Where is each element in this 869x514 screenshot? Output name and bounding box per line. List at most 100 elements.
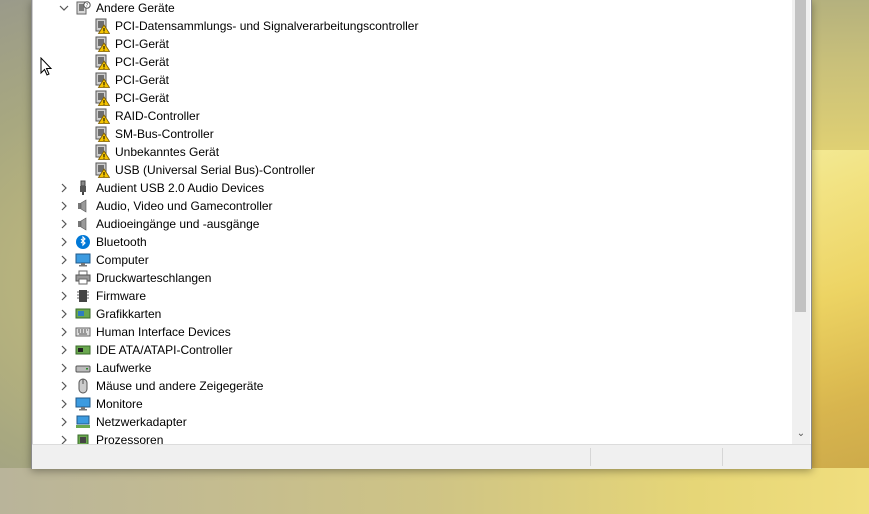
tree-category-item[interactable]: Prozessoren [33, 431, 793, 444]
network-adapter-icon [75, 414, 91, 430]
tree-device-item[interactable]: PCI-Gerät [33, 53, 793, 71]
status-bar-divider [722, 448, 723, 466]
chevron-right-icon[interactable] [58, 323, 70, 341]
ide-controller-icon [75, 342, 91, 358]
tree-item-label: PCI-Gerät [115, 37, 170, 51]
chevron-right-icon[interactable] [58, 341, 70, 359]
mouse-icon [75, 378, 91, 394]
tree-category-item[interactable]: Computer [33, 251, 793, 269]
warning-device-icon [94, 144, 111, 160]
tree-category-item[interactable]: Druckwarteschlangen [33, 269, 793, 287]
wallpaper [0, 468, 869, 514]
device-manager-window: ? Andere Geräte PCI-Datensammlungs- und Si… [31, 0, 812, 469]
tree-item-label: USB (Universal Serial Bus)-Controller [115, 163, 316, 177]
scroll-down-arrow-icon[interactable]: ⌄ [795, 428, 807, 440]
monitor-icon [75, 396, 91, 412]
svg-text:?: ? [86, 3, 89, 9]
tree-device-item[interactable]: PCI-Gerät [33, 89, 793, 107]
speaker-icon [75, 216, 91, 232]
tree-category-item[interactable]: IDE ATA/ATAPI-Controller [33, 341, 793, 359]
vertical-scrollbar[interactable]: ⌄ [792, 0, 810, 444]
warning-device-icon [94, 126, 111, 142]
chevron-right-icon[interactable] [58, 413, 70, 431]
warning-device-icon [94, 36, 111, 52]
tree-category-item[interactable]: Audioeingänge und -ausgänge [33, 215, 793, 233]
tree-device-item[interactable]: RAID-Controller [33, 107, 793, 125]
tree-category-item[interactable]: Mäuse und andere Zeigegeräte [33, 377, 793, 395]
display-adapter-icon [75, 306, 91, 322]
mouse-cursor-icon [40, 57, 53, 76]
tree-item-label: Mäuse und andere Zeigegeräte [96, 379, 264, 393]
chevron-right-icon[interactable] [58, 431, 70, 444]
device-tree[interactable]: ? Andere Geräte PCI-Datensammlungs- und Si… [32, 0, 793, 444]
tree-device-item[interactable]: Unbekanntes Gerät [33, 143, 793, 161]
tree-category-item[interactable]: Laufwerke [33, 359, 793, 377]
tree-item-label: Audio, Video und Gamecontroller [96, 199, 273, 213]
tree-item-label: Prozessoren [96, 433, 164, 444]
chevron-right-icon[interactable] [58, 305, 70, 323]
warning-device-icon [94, 108, 111, 124]
tree-item-label: Druckwarteschlangen [96, 271, 212, 285]
drive-icon [75, 360, 91, 376]
status-bar [32, 444, 811, 469]
chevron-right-icon[interactable] [58, 233, 70, 251]
tree-item-label: Audioeingänge und -ausgänge [96, 217, 260, 231]
chevron-right-icon[interactable] [58, 179, 70, 197]
warning-device-icon [94, 90, 111, 106]
tree-device-item[interactable]: USB (Universal Serial Bus)-Controller [33, 161, 793, 179]
tree-category-item[interactable]: Monitore [33, 395, 793, 413]
tree-item-label: Computer [96, 253, 149, 267]
status-bar-divider [590, 448, 591, 466]
chevron-right-icon[interactable] [58, 269, 70, 287]
keyboard-icon [75, 324, 91, 340]
tree-category-item[interactable]: Bluetooth [33, 233, 793, 251]
tree-item-label: Unbekanntes Gerät [115, 145, 220, 159]
tree-category-item[interactable]: Audient USB 2.0 Audio Devices [33, 179, 793, 197]
tree-category-item[interactable]: Human Interface Devices [33, 323, 793, 341]
tree-item-label: PCI-Gerät [115, 55, 170, 69]
tree-category-item[interactable]: Netzwerkadapter [33, 413, 793, 431]
bluetooth-icon [75, 234, 91, 250]
tree-item-label: RAID-Controller [115, 109, 200, 123]
usb-plug-icon [75, 180, 91, 196]
chevron-right-icon[interactable] [58, 395, 70, 413]
tree-item-label: Human Interface Devices [96, 325, 231, 339]
chevron-right-icon[interactable] [58, 197, 70, 215]
chevron-right-icon[interactable] [58, 287, 70, 305]
tree-category-item[interactable]: Firmware [33, 287, 793, 305]
tree-device-item[interactable]: PCI-Gerät [33, 71, 793, 89]
chevron-right-icon[interactable] [58, 377, 70, 395]
warning-device-icon [94, 18, 111, 34]
tree-item-label: SM-Bus-Controller [115, 127, 214, 141]
tree-item-label: Andere Geräte [96, 1, 175, 15]
tree-item-label: PCI-Datensammlungs- und Signalverarbeitu… [115, 19, 419, 33]
tree-item-label: IDE ATA/ATAPI-Controller [96, 343, 233, 357]
tree-item-label: Monitore [96, 397, 143, 411]
chevron-down-icon[interactable] [58, 0, 70, 17]
tree-item-label: PCI-Gerät [115, 91, 170, 105]
processor-icon [75, 432, 91, 444]
tree-device-item[interactable]: PCI-Gerät [33, 35, 793, 53]
tree-category-item[interactable]: Audio, Video und Gamecontroller [33, 197, 793, 215]
tree-device-item[interactable]: PCI-Datensammlungs- und Signalverarbeitu… [33, 17, 793, 35]
scrollbar-thumb[interactable] [795, 0, 806, 312]
speaker-icon [75, 198, 91, 214]
warning-device-icon [94, 72, 111, 88]
tree-item-label: Grafikkarten [96, 307, 162, 321]
tree-item-label: Firmware [96, 289, 146, 303]
tree-item-label: Laufwerke [96, 361, 152, 375]
monitor-icon [75, 252, 91, 268]
chevron-right-icon[interactable] [58, 359, 70, 377]
warning-device-icon [94, 162, 111, 178]
chip-icon [75, 288, 91, 304]
chevron-right-icon[interactable] [58, 251, 70, 269]
tree-item-label: Bluetooth [96, 235, 147, 249]
other-devices-icon: ? [75, 0, 91, 16]
tree-item-label: Audient USB 2.0 Audio Devices [96, 181, 265, 195]
tree-category-item[interactable]: Grafikkarten [33, 305, 793, 323]
warning-device-icon [94, 54, 111, 70]
tree-device-item[interactable]: SM-Bus-Controller [33, 125, 793, 143]
tree-category-andere-geraete[interactable]: ? Andere Geräte [33, 0, 793, 17]
chevron-right-icon[interactable] [58, 215, 70, 233]
tree-item-label: Netzwerkadapter [96, 415, 187, 429]
